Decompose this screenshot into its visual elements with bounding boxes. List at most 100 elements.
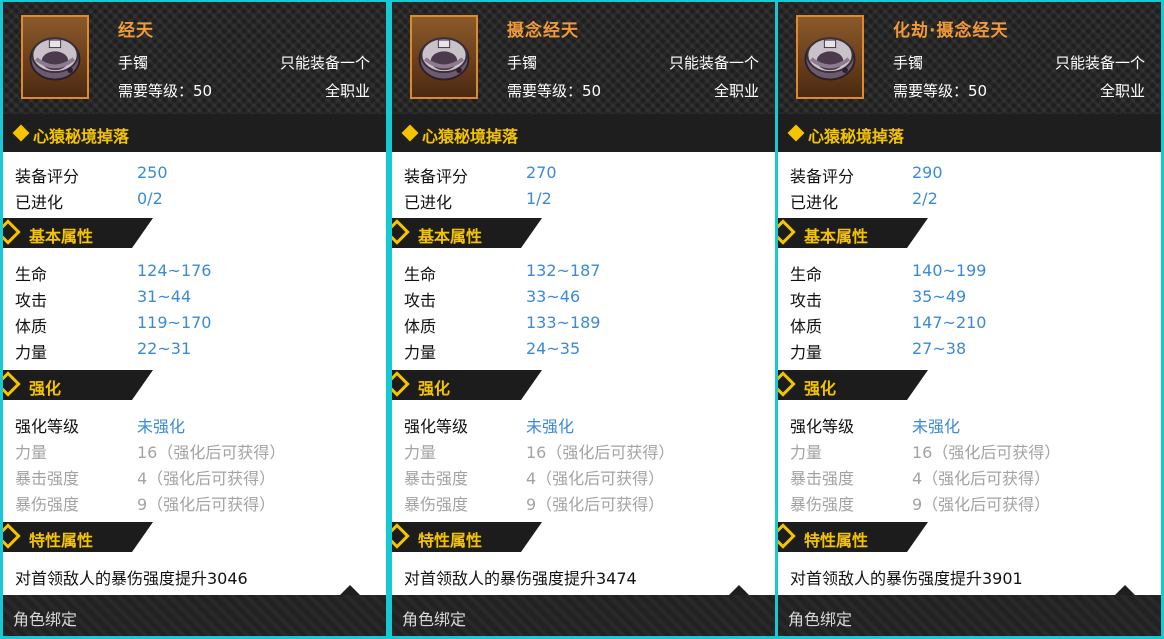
unique-equip-note: 只能装备一个 xyxy=(1054,54,1145,72)
drop-source-bar: 心猿秘境掉落 xyxy=(392,114,775,152)
stat-row: 攻击 35~49 xyxy=(778,284,1161,310)
enhance-stat-label: 暴伤强度 xyxy=(15,495,80,514)
evolve-row: 已进化 2/2 xyxy=(778,186,1161,212)
section-header-trait: 特性属性 xyxy=(778,522,928,552)
tooltip-footer: 角色绑定 xyxy=(3,595,386,636)
section-title: 特性属性 xyxy=(29,531,94,550)
score-row: 装备评分 270 xyxy=(392,160,775,186)
item-tooltip-panel: 摄念经天 手镯 只能装备一个 需要等级：50 全职业 心猿秘境掉落 装备评分 2… xyxy=(392,2,775,636)
section-title: 基本属性 xyxy=(29,227,94,246)
enhance-stat-row: 力量 16（强化后可获得） xyxy=(392,436,775,462)
item-name: 化劫·摄念经天 xyxy=(893,21,1009,41)
stat-label: 生命 xyxy=(15,265,48,284)
enhance-level-label: 强化等级 xyxy=(404,417,469,436)
stat-value: 31~44 xyxy=(137,287,192,306)
item-icon-frame[interactable] xyxy=(21,15,89,99)
stat-row: 力量 24~35 xyxy=(392,336,775,362)
enhance-stat-row: 暴击强度 4（强化后可获得） xyxy=(778,462,1161,488)
section-header-trait: 特性属性 xyxy=(392,522,542,552)
section-diamond-icon xyxy=(392,523,410,549)
stat-value: 132~187 xyxy=(526,261,601,280)
trait-text: 对首领敌人的暴伤强度提升3901 xyxy=(790,569,1023,588)
stat-value: 124~176 xyxy=(137,261,212,280)
stat-label: 力量 xyxy=(790,343,823,362)
score-row: 装备评分 250 xyxy=(3,160,386,186)
enhance-stat-label: 暴伤强度 xyxy=(404,495,469,514)
stat-label: 攻击 xyxy=(790,291,823,310)
evolve-row: 已进化 0/2 xyxy=(3,186,386,212)
item-icon-frame[interactable] xyxy=(796,15,864,99)
scroll-indicator-icon xyxy=(729,585,749,595)
stat-label: 体质 xyxy=(404,317,437,336)
required-level: 需要等级：50 xyxy=(507,82,602,100)
item-type: 手镯 xyxy=(118,54,149,72)
section-diamond-icon xyxy=(778,371,796,397)
unique-equip-note: 只能装备一个 xyxy=(668,54,759,72)
enhance-stat-value: 4（强化后可获得） xyxy=(137,469,276,488)
section-diamond-icon xyxy=(778,219,796,245)
item-icon-frame[interactable] xyxy=(410,15,478,99)
stat-label: 力量 xyxy=(15,343,48,362)
stat-label: 生命 xyxy=(790,265,823,284)
stat-row: 生命 124~176 xyxy=(3,258,386,284)
drop-source-bar: 心猿秘境掉落 xyxy=(3,114,386,152)
section-header-trait: 特性属性 xyxy=(3,522,153,552)
tooltip-footer: 角色绑定 xyxy=(778,595,1161,636)
section-title: 强化 xyxy=(29,379,62,398)
enhance-stat-label: 暴伤强度 xyxy=(790,495,855,514)
bracelet-icon xyxy=(29,37,81,81)
section-header-base: 基本属性 xyxy=(392,218,542,248)
bind-status: 角色绑定 xyxy=(402,610,467,629)
enhance-stat-row: 暴击强度 4（强化后可获得） xyxy=(392,462,775,488)
enhance-level-value: 未强化 xyxy=(137,417,186,436)
profession: 全职业 xyxy=(324,82,370,100)
stat-row: 体质 147~210 xyxy=(778,310,1161,336)
trait-text: 对首领敌人的暴伤强度提升3474 xyxy=(404,569,637,588)
stat-value: 35~49 xyxy=(912,287,967,306)
stat-value: 133~189 xyxy=(526,313,601,332)
stat-label: 力量 xyxy=(404,343,437,362)
diamond-icon xyxy=(401,124,419,142)
enhance-stat-label: 力量 xyxy=(15,443,48,462)
section-diamond-icon xyxy=(778,523,796,549)
evolve-label: 已进化 xyxy=(404,193,453,212)
scroll-indicator-icon xyxy=(1115,585,1135,595)
required-level: 需要等级：50 xyxy=(893,82,988,100)
evolve-row: 已进化 1/2 xyxy=(392,186,775,212)
enhance-stat-label: 力量 xyxy=(790,443,823,462)
stat-row: 体质 133~189 xyxy=(392,310,775,336)
stat-row: 力量 22~31 xyxy=(3,336,386,362)
drop-source: 心猿秘境掉落 xyxy=(33,127,130,146)
evolve-label: 已进化 xyxy=(15,193,64,212)
bind-status: 角色绑定 xyxy=(788,610,853,629)
stat-label: 生命 xyxy=(404,265,437,284)
enhance-stat-label: 暴击强度 xyxy=(404,469,469,488)
section-diamond-icon xyxy=(3,371,21,397)
tooltip-header: 摄念经天 手镯 只能装备一个 需要等级：50 全职业 xyxy=(392,2,775,114)
drop-source: 心猿秘境掉落 xyxy=(422,127,519,146)
stat-value: 27~38 xyxy=(912,339,967,358)
section-title: 基本属性 xyxy=(418,227,483,246)
tooltip-footer: 角色绑定 xyxy=(392,595,775,636)
section-header-enhance: 强化 xyxy=(3,370,153,400)
stat-value: 147~210 xyxy=(912,313,987,332)
diamond-icon xyxy=(787,124,805,142)
item-type: 手镯 xyxy=(893,54,924,72)
stat-value: 33~46 xyxy=(526,287,581,306)
score-label: 装备评分 xyxy=(15,167,80,186)
evolve-value: 1/2 xyxy=(526,189,552,208)
enhance-stat-label: 暴击强度 xyxy=(15,469,80,488)
diamond-icon xyxy=(12,124,30,142)
section-header-base: 基本属性 xyxy=(778,218,928,248)
drop-source: 心猿秘境掉落 xyxy=(808,127,905,146)
bind-status: 角色绑定 xyxy=(13,610,78,629)
evolve-value: 0/2 xyxy=(137,189,163,208)
stat-value: 119~170 xyxy=(137,313,212,332)
item-tooltip-panel: 化劫·摄念经天 手镯 只能装备一个 需要等级：50 全职业 心猿秘境掉落 装备评… xyxy=(778,2,1161,636)
evolve-value: 2/2 xyxy=(912,189,938,208)
stat-row: 攻击 31~44 xyxy=(3,284,386,310)
stat-value: 24~35 xyxy=(526,339,581,358)
section-header-enhance: 强化 xyxy=(778,370,928,400)
profession: 全职业 xyxy=(713,82,759,100)
item-name: 经天 xyxy=(118,21,154,41)
